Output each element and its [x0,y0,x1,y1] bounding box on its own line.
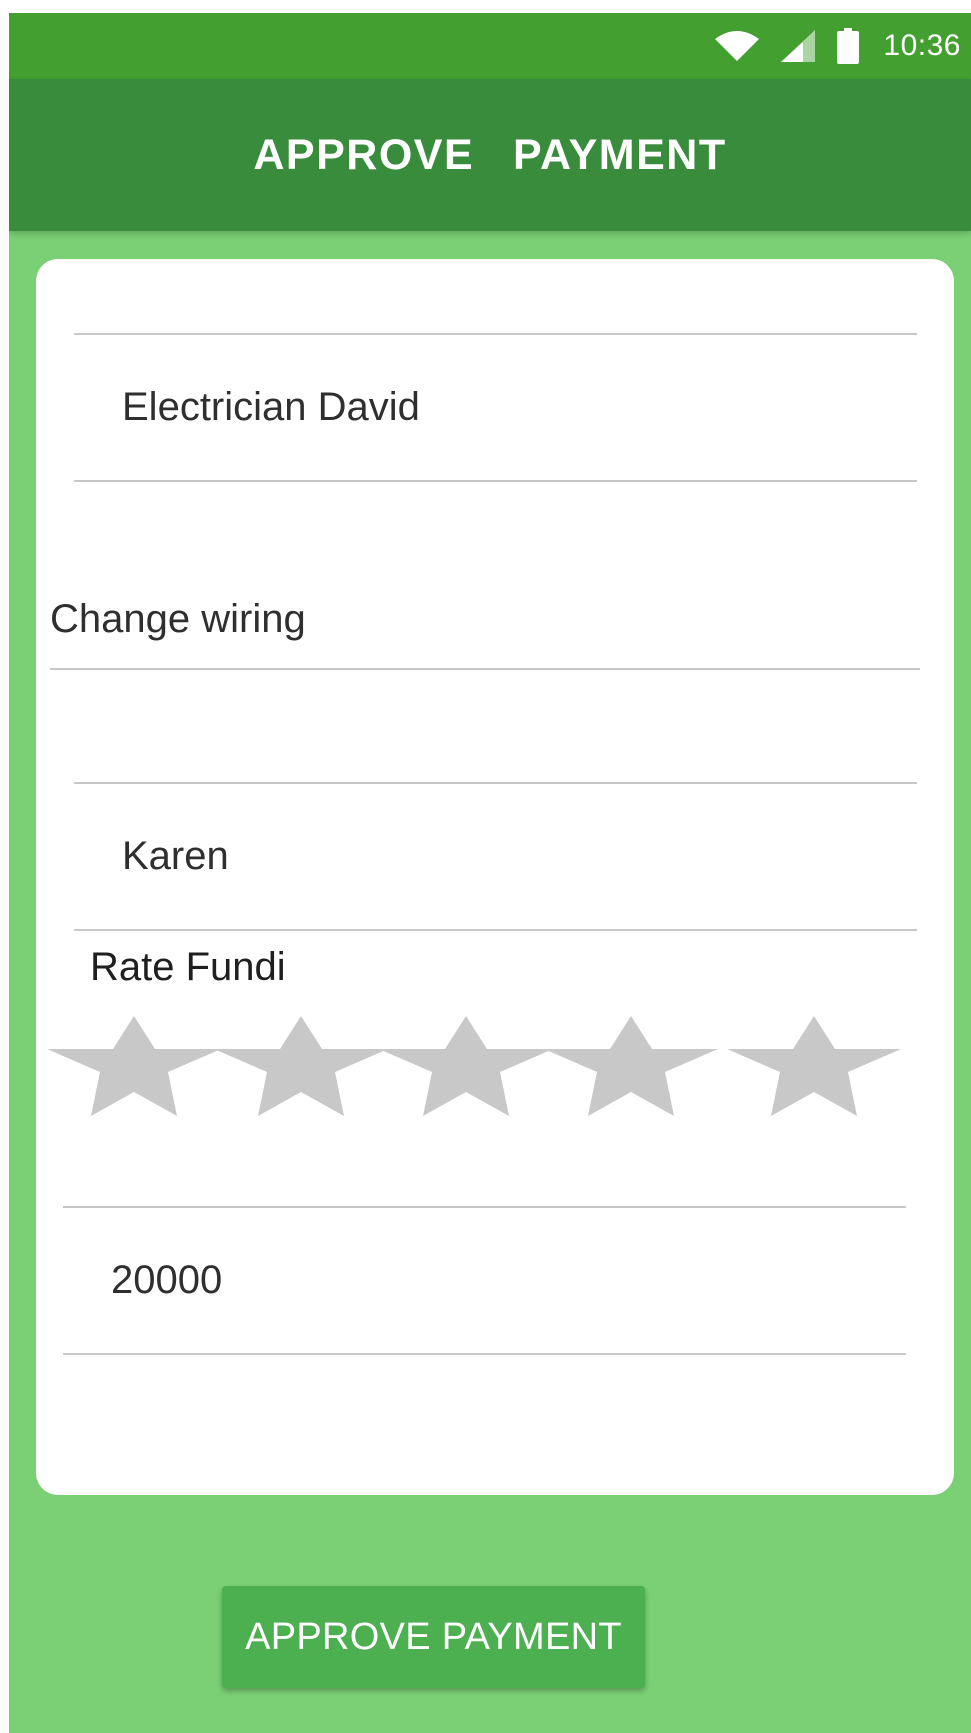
payment-details-card: Electrician David Change wiring Karen Ra… [36,259,954,1495]
approve-payment-button[interactable]: APPROVE PAYMENT [222,1586,645,1688]
page-title: APPROVE PAYMENT [253,130,727,179]
star-2-icon[interactable] [212,1016,390,1124]
cell-signal-icon [781,30,816,62]
star-1-icon[interactable] [45,1016,223,1124]
phone-screen: 10:36 APPROVE PAYMENT Electrician David … [9,13,971,1733]
star-4-icon[interactable] [542,1016,720,1124]
job-description-value: Change wiring [50,597,306,641]
star-3-icon[interactable] [377,1016,555,1124]
wifi-icon [715,31,760,61]
client-name-value: Karen [122,834,229,878]
amount-field[interactable]: 20000 [63,1206,906,1355]
battery-icon [837,28,860,64]
star-5-icon[interactable] [725,1016,903,1124]
status-bar: 10:36 [9,13,971,79]
client-name-field[interactable]: Karen [74,782,917,931]
fundi-name-value: Electrician David [122,385,420,429]
app-bar: APPROVE PAYMENT [9,79,971,231]
job-description-field[interactable]: Change wiring [50,581,920,670]
rating-bar[interactable] [36,1016,954,1126]
status-time: 10:36 [883,29,961,62]
rate-fundi-label: Rate Fundi [90,945,286,989]
amount-value: 20000 [111,1258,223,1302]
status-icons: 10:36 [693,13,971,79]
fundi-name-field[interactable]: Electrician David [74,333,917,482]
